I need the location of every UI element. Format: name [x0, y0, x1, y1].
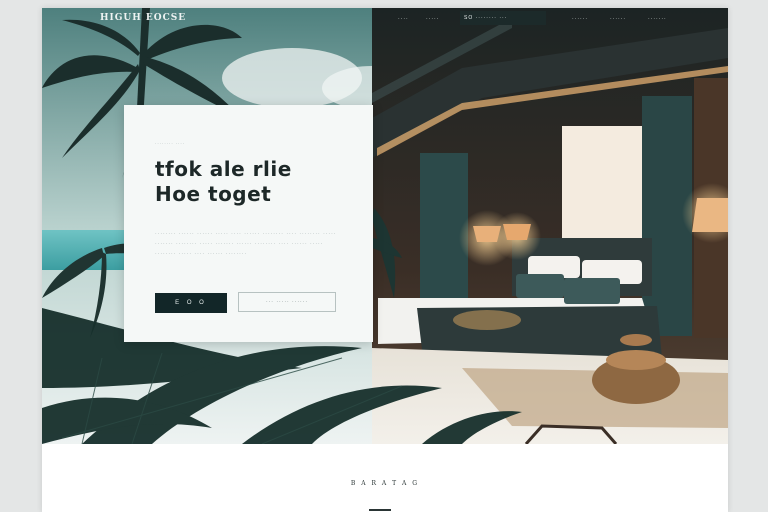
- hero-primary-button[interactable]: E O O: [155, 293, 227, 313]
- hero-section: HIGUH EOCSE ···· ····· SO ········ ··· ·…: [42, 8, 728, 444]
- nav-cta-button[interactable]: SO ········ ···: [460, 11, 546, 25]
- landing-page: HIGUH EOCSE ···· ····· SO ········ ··· ·…: [42, 8, 728, 512]
- nav-link-4[interactable]: ······: [610, 16, 626, 22]
- hero-eyebrow: ········ ····: [155, 141, 186, 146]
- nav-link-1[interactable]: ····: [398, 16, 409, 22]
- section-divider: [369, 509, 391, 511]
- hero-headline-line2: Hoe toget: [155, 182, 272, 206]
- nav-link-5[interactable]: ·······: [648, 16, 667, 22]
- brand-logo[interactable]: HIGUH EOCSE: [100, 13, 186, 23]
- nav-link-2[interactable]: ·····: [426, 16, 439, 22]
- hero-body-copy: ········ ······ ······ ····· ···· ······…: [155, 231, 337, 257]
- section-heading: B A R A T A G: [350, 480, 420, 487]
- hero-secondary-button[interactable]: ··· ····· ······: [238, 292, 336, 312]
- nav-link-3[interactable]: ······: [572, 16, 588, 22]
- top-nav: HIGUH EOCSE ···· ····· SO ········ ··· ·…: [42, 8, 728, 32]
- hero-headline-line1: tfok ale rlie: [155, 157, 292, 181]
- hero-card: ········ ···· tfok ale rlie Hoe toget ··…: [124, 105, 373, 342]
- hero-headline: tfok ale rlie Hoe toget: [155, 157, 292, 207]
